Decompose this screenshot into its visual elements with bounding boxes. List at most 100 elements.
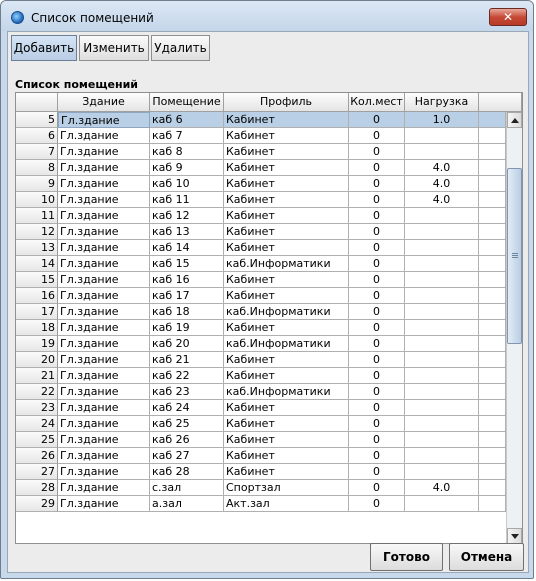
table-row[interactable]: 5 Гл.здание каб 6 Кабинет 0 1.0 [16,112,506,128]
seats-cell[interactable]: 0 [349,192,405,208]
building-cell[interactable]: Гл.здание [58,416,150,432]
row-number-cell[interactable]: 18 [16,320,58,336]
table-row[interactable]: 11 Гл.здание каб 12 Кабинет 0 [16,208,506,224]
profile-cell[interactable]: Кабинет [224,416,349,432]
building-cell[interactable]: Гл.здание [58,288,150,304]
room-cell[interactable]: каб 20 [150,336,224,352]
edit-button[interactable]: Изменить [79,35,149,61]
table-row[interactable]: 15 Гл.здание каб 16 Кабинет 0 [16,272,506,288]
table-row[interactable]: 12 Гл.здание каб 13 Кабинет 0 [16,224,506,240]
room-cell[interactable]: каб 18 [150,304,224,320]
load-cell[interactable] [405,240,479,256]
load-cell[interactable]: 4.0 [405,176,479,192]
scroll-up-button[interactable] [507,112,522,128]
building-cell[interactable]: Гл.здание [58,368,150,384]
row-number-cell[interactable]: 14 [16,256,58,272]
seats-cell[interactable]: 0 [349,400,405,416]
profile-cell[interactable]: каб.Информатики [224,304,349,320]
row-number-cell[interactable]: 19 [16,336,58,352]
profile-cell[interactable]: Акт.зал [224,496,349,512]
load-cell[interactable] [405,400,479,416]
building-cell[interactable]: Гл.здание [58,304,150,320]
table-row[interactable]: 13 Гл.здание каб 14 Кабинет 0 [16,240,506,256]
building-cell[interactable]: Гл.здание [58,112,150,128]
seats-cell[interactable]: 0 [349,224,405,240]
building-cell[interactable]: Гл.здание [58,272,150,288]
building-cell[interactable]: Гл.здание [58,144,150,160]
profile-cell[interactable]: Спортзал [224,480,349,496]
seats-cell[interactable]: 0 [349,240,405,256]
load-cell[interactable] [405,368,479,384]
seats-cell[interactable]: 0 [349,288,405,304]
profile-cell[interactable]: Кабинет [224,272,349,288]
room-cell[interactable]: каб 10 [150,176,224,192]
room-cell[interactable]: каб 13 [150,224,224,240]
load-cell[interactable] [405,272,479,288]
seats-cell[interactable]: 0 [349,368,405,384]
load-cell[interactable] [405,448,479,464]
profile-cell[interactable]: Кабинет [224,176,349,192]
add-button[interactable]: Добавить [11,35,77,61]
load-cell[interactable] [405,304,479,320]
room-cell[interactable]: каб 11 [150,192,224,208]
seats-cell[interactable]: 0 [349,128,405,144]
close-button[interactable]: ✕ [489,8,527,26]
table-row[interactable]: 14 Гл.здание каб 15 каб.Информатики 0 [16,256,506,272]
room-cell[interactable]: каб 15 [150,256,224,272]
row-number-cell[interactable]: 28 [16,480,58,496]
column-header-building[interactable]: Здание [58,93,150,112]
profile-cell[interactable]: Кабинет [224,144,349,160]
room-cell[interactable]: каб 21 [150,352,224,368]
building-cell[interactable]: Гл.здание [58,240,150,256]
profile-cell[interactable]: Кабинет [224,432,349,448]
row-number-cell[interactable]: 17 [16,304,58,320]
profile-cell[interactable]: Кабинет [224,288,349,304]
room-cell[interactable]: каб 6 [150,112,224,128]
table-row[interactable]: 7 Гл.здание каб 8 Кабинет 0 [16,144,506,160]
row-number-cell[interactable]: 15 [16,272,58,288]
room-cell[interactable]: каб 28 [150,464,224,480]
profile-cell[interactable]: Кабинет [224,128,349,144]
row-number-cell[interactable]: 10 [16,192,58,208]
room-cell[interactable]: каб 17 [150,288,224,304]
table-row[interactable]: 27 Гл.здание каб 28 Кабинет 0 [16,464,506,480]
row-number-cell[interactable]: 24 [16,416,58,432]
load-cell[interactable] [405,336,479,352]
seats-cell[interactable]: 0 [349,416,405,432]
seats-cell[interactable]: 0 [349,256,405,272]
seats-cell[interactable]: 0 [349,144,405,160]
table-row[interactable]: 24 Гл.здание каб 25 Кабинет 0 [16,416,506,432]
row-number-cell[interactable]: 8 [16,160,58,176]
room-cell[interactable]: каб 23 [150,384,224,400]
room-cell[interactable]: каб 7 [150,128,224,144]
room-cell[interactable]: а.зал [150,496,224,512]
building-cell[interactable]: Гл.здание [58,336,150,352]
load-cell[interactable] [405,256,479,272]
load-cell[interactable]: 4.0 [405,480,479,496]
seats-cell[interactable]: 0 [349,272,405,288]
room-cell[interactable]: каб 12 [150,208,224,224]
building-cell[interactable]: Гл.здание [58,224,150,240]
profile-cell[interactable]: Кабинет [224,224,349,240]
room-cell[interactable]: каб 22 [150,368,224,384]
building-cell[interactable]: Гл.здание [58,192,150,208]
vertical-scrollbar[interactable] [506,112,522,543]
seats-cell[interactable]: 0 [349,160,405,176]
table-row[interactable]: 10 Гл.здание каб 11 Кабинет 0 4.0 [16,192,506,208]
seats-cell[interactable]: 0 [349,320,405,336]
building-cell[interactable]: Гл.здание [58,432,150,448]
profile-cell[interactable]: Кабинет [224,208,349,224]
table-row[interactable]: 28 Гл.здание с.зал Спортзал 0 4.0 [16,480,506,496]
column-header-room[interactable]: Помещение [150,93,224,112]
profile-cell[interactable]: каб.Информатики [224,384,349,400]
building-cell[interactable]: Гл.здание [58,448,150,464]
room-cell[interactable]: каб 27 [150,448,224,464]
scroll-down-button[interactable] [507,528,522,543]
table-row[interactable]: 25 Гл.здание каб 26 Кабинет 0 [16,432,506,448]
title-bar[interactable]: Список помещений ✕ [1,1,533,31]
row-number-cell[interactable]: 6 [16,128,58,144]
row-number-cell[interactable]: 22 [16,384,58,400]
table-row[interactable]: 29 Гл.здание а.зал Акт.зал 0 [16,496,506,512]
profile-cell[interactable]: Кабинет [224,320,349,336]
table-row[interactable]: 9 Гл.здание каб 10 Кабинет 0 4.0 [16,176,506,192]
